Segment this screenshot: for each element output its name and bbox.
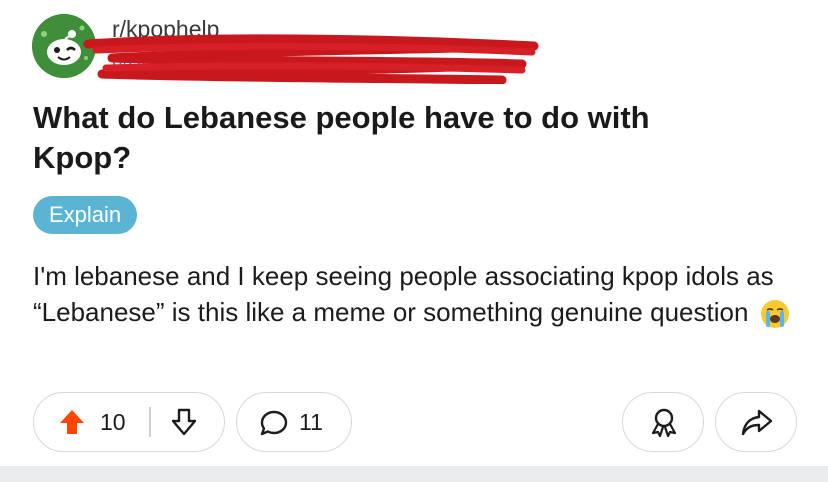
redaction-scribble bbox=[83, 34, 539, 84]
comment-icon bbox=[260, 410, 288, 436]
share-icon bbox=[741, 409, 773, 436]
award-icon bbox=[651, 408, 677, 438]
post-body-text: I'm lebanese and I keep seeing people as… bbox=[33, 261, 774, 327]
vote-control: 10 bbox=[33, 392, 225, 452]
comment-count: 11 bbox=[299, 409, 323, 435]
post-flair[interactable]: Explain bbox=[33, 196, 138, 234]
award-button[interactable] bbox=[622, 392, 704, 452]
bottom-divider bbox=[0, 466, 828, 482]
share-button[interactable] bbox=[715, 392, 797, 452]
vote-divider bbox=[149, 407, 151, 437]
upvote-count: 10 bbox=[100, 409, 126, 435]
comments-button[interactable]: 11 bbox=[236, 392, 352, 452]
downvote-icon[interactable] bbox=[170, 407, 198, 437]
post-title: What do Lebanese people have to do with … bbox=[33, 100, 650, 175]
upvote-icon[interactable] bbox=[58, 408, 86, 436]
loudly-crying-face-icon bbox=[760, 300, 789, 329]
post-body: I'm lebanese and I keep seeing people as… bbox=[33, 258, 813, 330]
